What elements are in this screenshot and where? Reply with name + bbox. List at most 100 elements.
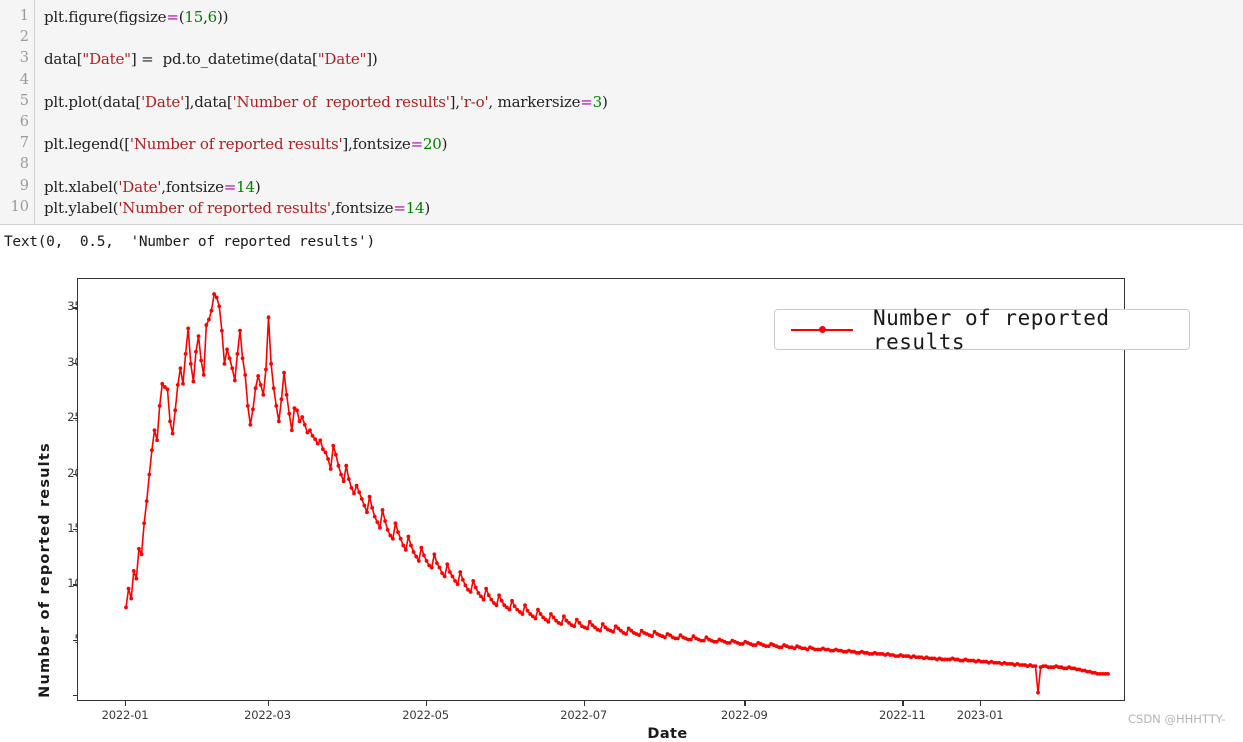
data-point-marker [295,408,299,413]
series-line-number-of-reported-results [125,293,1109,694]
data-point-marker [354,483,359,488]
data-point-marker [393,521,398,526]
data-point-marker [551,615,556,620]
data-point-marker [396,530,400,535]
data-point-marker [587,619,592,624]
data-point-marker [349,485,354,490]
notebook-code-cell[interactable]: 1 2 3 4 5 6 7 8 9 10 plt.figure(figsize=(15,6)) da… [0,0,1243,225]
data-point-marker [222,361,227,366]
code-token: plt.plot(data[ [44,92,142,111]
data-point-marker [512,604,517,609]
data-point-marker [385,528,390,532]
code-token: 'Number of reported results' [129,135,343,154]
matplotlib-figure: Number of reported results 0500001000001… [0,262,1243,742]
code-token: 6 [207,8,218,26]
data-point-marker [196,334,201,339]
data-point-marker [142,521,147,526]
code-lines-container[interactable]: plt.figure(figsize=(15,6)) data["Date"] =… [44,0,1243,225]
data-point-marker [453,578,457,583]
data-point-marker [378,525,382,530]
data-point-marker [533,616,538,621]
data-point-marker [178,366,183,371]
code-token: ) [602,92,608,111]
data-point-marker [429,565,434,570]
data-point-marker [238,328,242,333]
data-point-marker [297,419,302,424]
data-point-marker [367,494,372,499]
data-point-marker [663,635,667,640]
chart-legend: Number of reported results [774,306,1190,354]
data-point-marker [188,361,193,366]
plot-axes-frame: Number of reported results [77,278,1190,701]
x-axis-tick-label: 2022-03 [244,708,291,722]
data-point-marker [170,431,175,436]
data-point-marker [414,554,419,559]
data-point-marker [437,565,442,570]
data-point-marker [499,598,504,603]
data-point-marker [484,586,489,591]
data-point-marker [380,508,385,512]
data-point-marker [181,381,185,386]
data-point-marker [186,326,191,331]
code-token: 14 [405,198,425,217]
legend-line-marker-icon [791,324,853,336]
code-token: ],fontsize [342,135,411,154]
code-token: , markersize [488,92,581,111]
x-axis-tick-label: 2022-09 [720,708,768,722]
data-point-marker [510,598,514,603]
data-point-marker [144,499,149,504]
data-point-marker [310,433,315,438]
data-point-marker [357,490,362,495]
data-point-marker [126,586,131,591]
data-point-marker [352,491,356,496]
data-point-marker [455,582,460,587]
code-token: ]) [366,50,378,69]
code-token: ,fontsize [161,177,224,196]
data-point-marker [157,404,162,408]
data-point-marker [321,447,325,451]
data-point-marker [468,590,473,594]
data-point-marker [611,629,616,634]
data-point-marker [559,622,564,626]
data-point-marker [479,594,483,599]
data-point-marker [147,472,152,477]
code-token: ], [449,92,460,111]
data-point-marker [199,358,204,363]
code-line[interactable]: plt.plot(data['Date'],data['Number of re… [44,93,608,111]
data-point-marker [137,546,141,551]
data-point-marker [336,463,341,468]
data-point-marker [341,479,346,484]
code-line[interactable]: data["Date"] = pd.to_datetime(data["Date… [44,50,378,68]
code-line-number: 9 [19,177,29,194]
x-axis-label-wrap: Date [0,726,1243,742]
x-axis-tick-mark [744,701,746,706]
data-point-marker [388,533,393,538]
data-point-marker [409,543,413,548]
data-point-marker [403,547,408,552]
data-point-marker [585,626,590,631]
data-point-marker [416,559,421,563]
data-point-marker [401,543,406,548]
code-line[interactable]: plt.xlabel('Date',fontsize=14) [44,177,261,196]
data-point-marker [432,552,437,557]
data-point-marker [440,571,445,575]
data-point-marker [271,386,276,391]
code-line[interactable]: plt.figure(figsize=(15,6)) [44,8,229,26]
code-token: )) [216,8,229,26]
code-token: = [580,92,593,111]
data-point-marker [212,292,216,296]
data-point-marker [460,577,465,582]
data-point-marker [1033,664,1038,668]
x-axis-tick-mark [125,701,127,706]
data-point-marker [150,448,154,453]
x-axis-tick-mark [425,701,427,706]
data-point-marker [481,597,486,602]
data-point-marker [637,633,641,637]
code-line[interactable]: plt.ylabel('Number of reported results',… [44,199,430,217]
data-point-marker [302,422,307,427]
code-token: 15 [184,8,204,26]
code-token: plt.figure(figsize [44,8,167,26]
code-line[interactable]: plt.legend(['Number of reported results'… [44,135,447,153]
data-point-marker [406,534,411,539]
data-point-marker [331,443,336,448]
